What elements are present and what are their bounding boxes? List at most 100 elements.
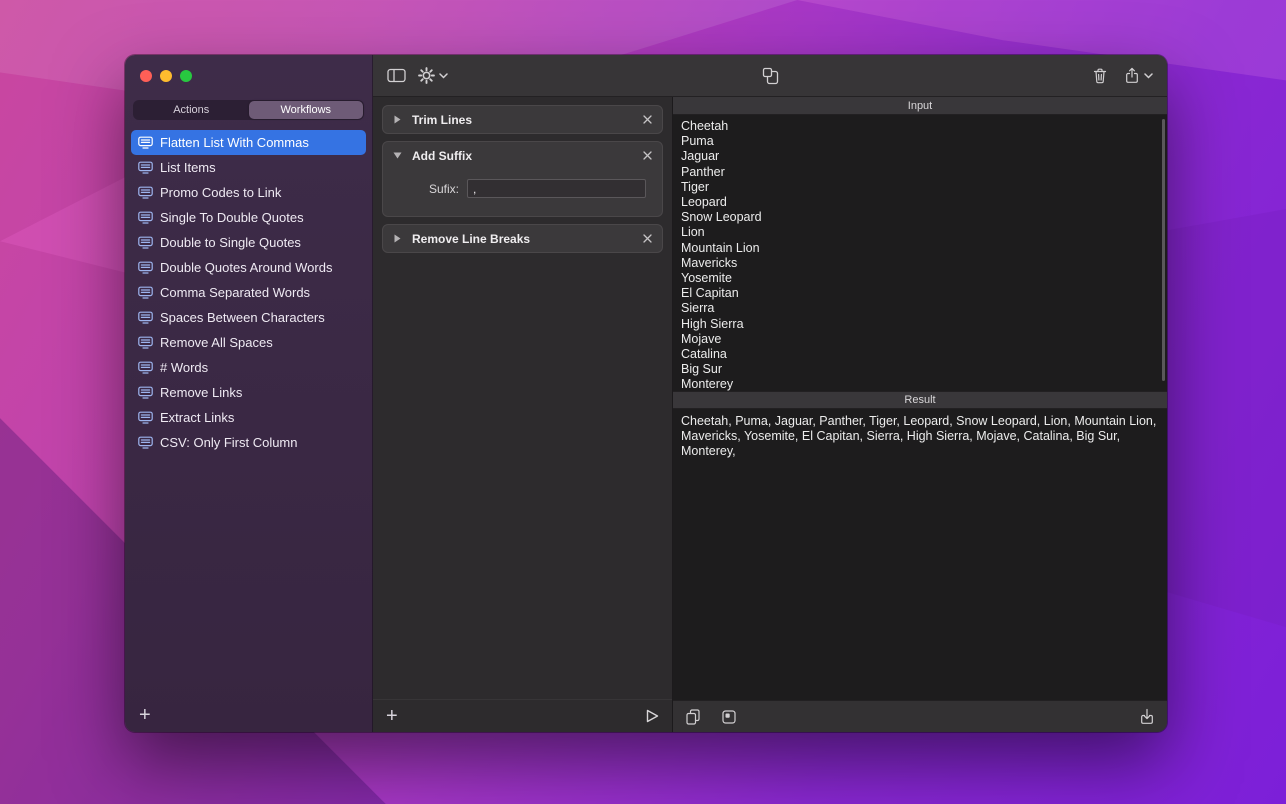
copy-icon	[685, 709, 701, 725]
remove-step-button[interactable]	[643, 234, 652, 243]
input-textarea[interactable]: Cheetah Puma Jaguar Panther Tiger Leopar…	[673, 115, 1167, 391]
sidebar-item-comma-separated-words[interactable]: Comma Separated Words	[131, 280, 366, 305]
workflow-icon	[138, 386, 153, 399]
suffix-field[interactable]	[467, 179, 646, 198]
sidebar-item-hash-words[interactable]: # Words	[131, 355, 366, 380]
toolbar	[373, 55, 1167, 97]
workflow-icon	[138, 411, 153, 424]
workflow-icon	[138, 361, 153, 374]
sidebar-toggle-icon	[387, 68, 406, 83]
workflow-icon	[138, 286, 153, 299]
workflow-icon	[138, 136, 153, 149]
close-icon	[643, 151, 652, 160]
sidebar-item-label: Extract Links	[160, 410, 234, 425]
sidebar-item-label: List Items	[160, 160, 216, 175]
workflow-icon	[138, 211, 153, 224]
sidebar-item-label: Flatten List With Commas	[160, 135, 309, 150]
sidebar-item-list-items[interactable]: List Items	[131, 155, 366, 180]
app-window: Actions Workflows Flatten List With Comm…	[125, 55, 1167, 732]
sidebar-item-label: Remove All Spaces	[160, 335, 273, 350]
result-header: Result	[673, 391, 1167, 409]
disclosure-down-icon[interactable]	[393, 152, 402, 159]
sidebar-item-spaces-between-characters[interactable]: Spaces Between Characters	[131, 305, 366, 330]
steps-list: Trim Lines Add Suffix Sufix:	[373, 97, 672, 699]
download-icon	[1139, 708, 1155, 725]
sidebar: Actions Workflows Flatten List With Comm…	[125, 55, 373, 732]
paste-clipboard-icon	[762, 67, 779, 85]
clipboard-icon	[721, 709, 737, 725]
sidebar-toggle-button[interactable]	[387, 68, 406, 83]
workflow-list: Flatten List With Commas List Items Prom…	[125, 130, 372, 698]
zoom-window-button[interactable]	[180, 70, 192, 82]
sidebar-item-promo-codes-to-link[interactable]: Promo Codes to Link	[131, 180, 366, 205]
remove-step-button[interactable]	[643, 115, 652, 124]
step-card-remove-line-breaks[interactable]: Remove Line Breaks	[382, 224, 663, 253]
io-footer	[673, 700, 1167, 732]
disclosure-right-icon[interactable]	[393, 115, 402, 124]
workflow-icon	[138, 186, 153, 199]
gear-icon	[418, 67, 435, 84]
sidebar-item-label: Single To Double Quotes	[160, 210, 304, 225]
sidebar-item-flatten-list-with-commas[interactable]: Flatten List With Commas	[131, 130, 366, 155]
sidebar-item-label: Remove Links	[160, 385, 242, 400]
step-card-add-suffix[interactable]: Add Suffix Sufix:	[382, 141, 663, 217]
input-header: Input	[673, 97, 1167, 115]
sidebar-item-label: CSV: Only First Column	[160, 435, 298, 450]
close-window-button[interactable]	[140, 70, 152, 82]
chevron-down-icon	[1144, 73, 1153, 79]
suffix-field-label: Sufix:	[383, 182, 459, 196]
input-scrollbar[interactable]	[1162, 119, 1165, 381]
workflow-steps-panel: Trim Lines Add Suffix Sufix:	[373, 97, 673, 732]
sidebar-item-single-to-double-quotes[interactable]: Single To Double Quotes	[131, 205, 366, 230]
paste-input-button[interactable]	[721, 709, 737, 725]
share-menu-button[interactable]	[1124, 67, 1153, 84]
workflow-icon	[138, 436, 153, 449]
result-textarea[interactable]: Cheetah, Puma, Jaguar, Panther, Tiger, L…	[673, 409, 1167, 700]
save-result-button[interactable]	[1139, 708, 1155, 725]
paste-to-input-button[interactable]	[762, 67, 779, 85]
disclosure-right-icon[interactable]	[393, 234, 402, 243]
sidebar-footer: +	[125, 698, 372, 732]
tab-workflows[interactable]: Workflows	[249, 101, 364, 119]
step-header: Remove Line Breaks	[383, 225, 662, 252]
add-workflow-button[interactable]: +	[139, 705, 151, 725]
input-text: Cheetah Puma Jaguar Panther Tiger Leopar…	[673, 115, 1167, 391]
io-panel: Input Cheetah Puma Jaguar Panther Tiger …	[673, 97, 1167, 732]
play-icon	[646, 709, 659, 723]
sidebar-item-remove-all-spaces[interactable]: Remove All Spaces	[131, 330, 366, 355]
close-icon	[643, 115, 652, 124]
sidebar-item-label: # Words	[160, 360, 208, 375]
copy-result-button[interactable]	[685, 709, 701, 725]
step-title: Remove Line Breaks	[412, 232, 633, 246]
delete-workflow-button[interactable]	[1092, 67, 1108, 84]
sidebar-item-label: Double Quotes Around Words	[160, 260, 332, 275]
sidebar-item-extract-links[interactable]: Extract Links	[131, 405, 366, 430]
sidebar-item-double-to-single-quotes[interactable]: Double to Single Quotes	[131, 230, 366, 255]
remove-step-button[interactable]	[643, 151, 652, 160]
window-controls	[125, 55, 372, 97]
sidebar-item-label: Comma Separated Words	[160, 285, 310, 300]
step-options: Sufix:	[383, 169, 662, 216]
close-icon	[643, 234, 652, 243]
step-title: Trim Lines	[412, 113, 633, 127]
step-header: Add Suffix	[383, 142, 662, 169]
step-header: Trim Lines	[383, 106, 662, 133]
workflow-icon	[138, 261, 153, 274]
sidebar-item-label: Spaces Between Characters	[160, 310, 325, 325]
sidebar-item-label: Double to Single Quotes	[160, 235, 301, 250]
content: Trim Lines Add Suffix Sufix:	[373, 97, 1167, 732]
sidebar-item-remove-links[interactable]: Remove Links	[131, 380, 366, 405]
sidebar-item-csv-only-first-column[interactable]: CSV: Only First Column	[131, 430, 366, 455]
tab-actions[interactable]: Actions	[134, 101, 249, 119]
sidebar-item-double-quotes-around-words[interactable]: Double Quotes Around Words	[131, 255, 366, 280]
workflow-icon	[138, 336, 153, 349]
add-step-button[interactable]: +	[386, 706, 398, 726]
main-area: Trim Lines Add Suffix Sufix:	[373, 55, 1167, 732]
settings-menu-button[interactable]	[418, 67, 448, 84]
share-icon	[1124, 67, 1140, 84]
step-card-trim-lines[interactable]: Trim Lines	[382, 105, 663, 134]
run-workflow-button[interactable]	[646, 709, 659, 723]
sidebar-mode-tabs: Actions Workflows	[133, 100, 364, 120]
sidebar-item-label: Promo Codes to Link	[160, 185, 281, 200]
minimize-window-button[interactable]	[160, 70, 172, 82]
